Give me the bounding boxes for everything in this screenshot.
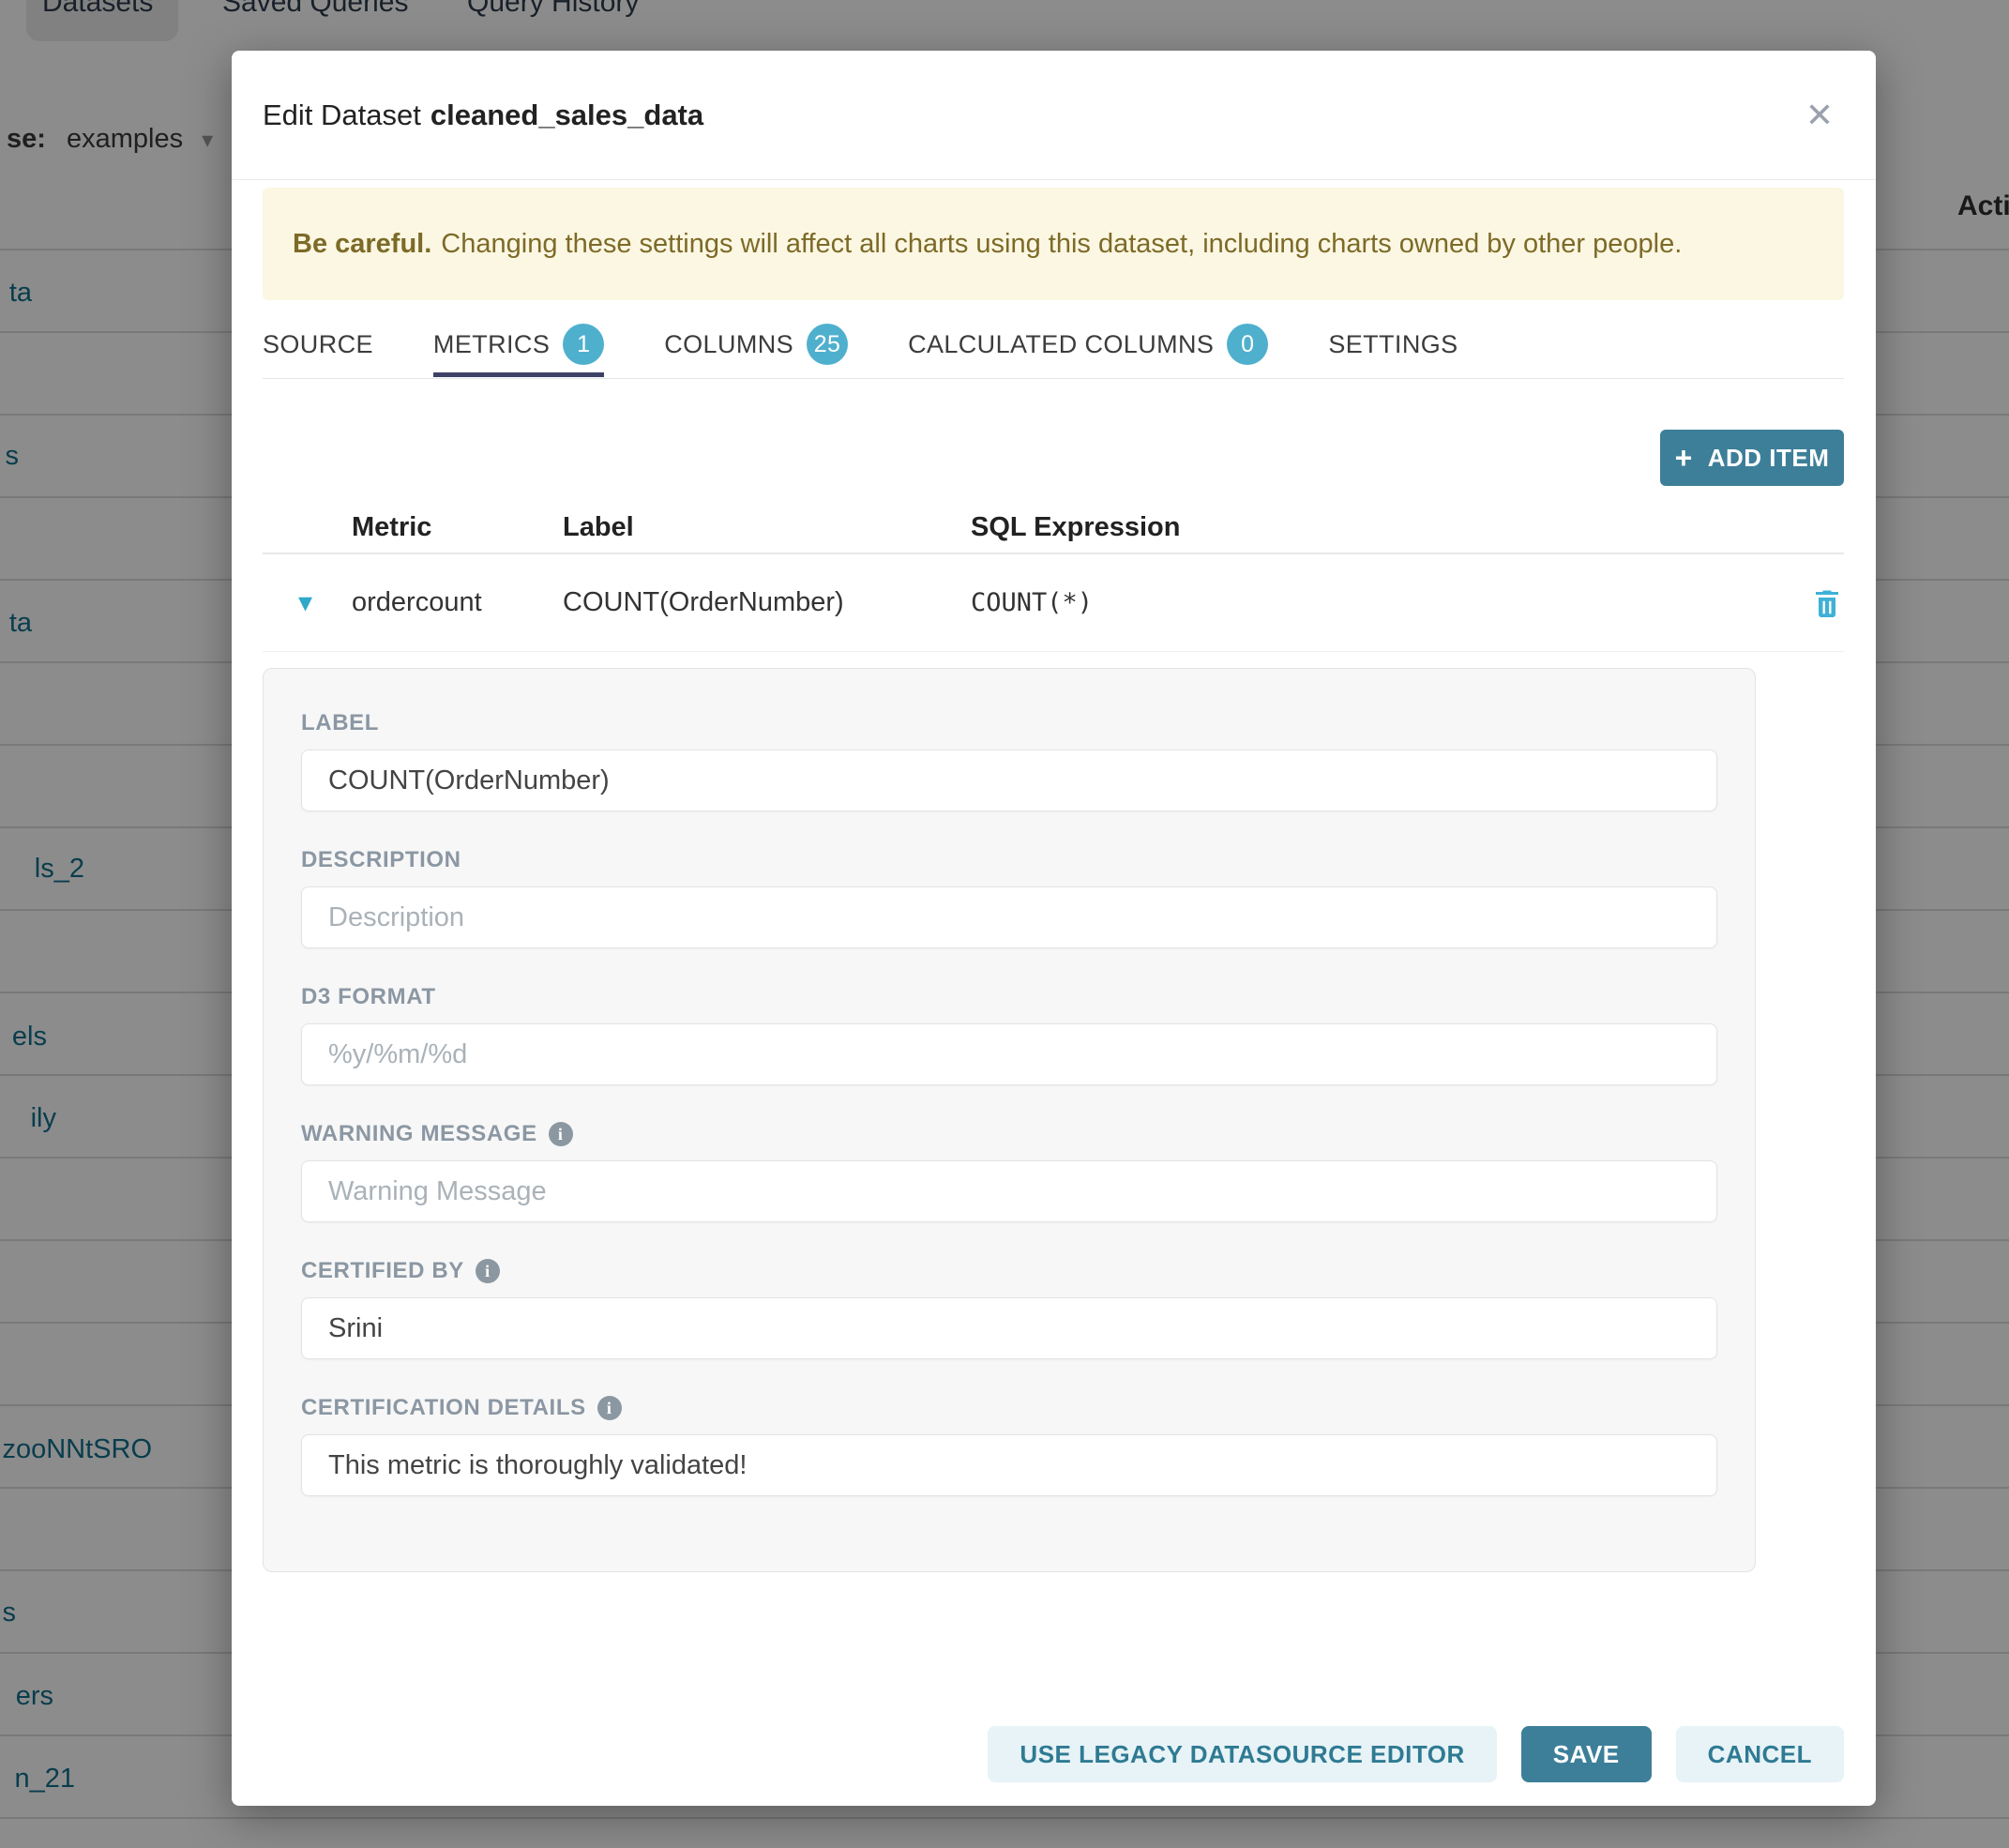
field-d3-format: D3 FORMAT <box>301 984 1717 1085</box>
edit-dataset-modal: Edit Dataset cleaned_sales_data ✕ Be care… <box>232 51 1876 1806</box>
tab-source-label: SOURCE <box>263 330 373 359</box>
field-certified-by: CERTIFIED BY i <box>301 1258 1717 1359</box>
info-icon[interactable]: i <box>597 1396 622 1420</box>
field-description-title: DESCRIPTION <box>301 847 1717 873</box>
tabs-row: SOURCE METRICS 1 COLUMNS 25 CALCULATED C… <box>263 310 1844 379</box>
info-icon[interactable]: i <box>476 1259 500 1283</box>
modal-title-prefix: Edit Dataset <box>263 98 421 131</box>
metric-name: ordercount <box>352 587 563 618</box>
certified-by-input[interactable] <box>301 1297 1717 1359</box>
use-legacy-datasource-editor-button[interactable]: USE LEGACY DATASOURCE EDITOR <box>988 1726 1496 1782</box>
save-button[interactable]: SAVE <box>1521 1726 1652 1782</box>
metric-detail-panel: LABEL DESCRIPTION D3 FORMAT WARNING MESS… <box>263 668 1756 1572</box>
metric-sql-expression: COUNT(*) <box>971 588 1791 617</box>
field-warning-message-title: WARNING MESSAGE i <box>301 1121 1717 1147</box>
metric-label: COUNT(OrderNumber) <box>563 587 971 618</box>
warning-banner-text: Changing these settings will affect all … <box>441 229 1682 260</box>
tab-columns-badge: 25 <box>807 324 848 365</box>
metrics-table: Metric Label SQL Expression ▾ ordercount… <box>263 502 1844 652</box>
column-header-metric: Metric <box>352 512 563 543</box>
warning-message-input[interactable] <box>301 1160 1717 1222</box>
field-d3-format-title: D3 FORMAT <box>301 984 1717 1010</box>
tab-metrics-label: METRICS <box>433 330 550 359</box>
field-certification-details: CERTIFICATION DETAILS i <box>301 1395 1717 1496</box>
label-input[interactable] <box>301 750 1717 811</box>
field-certified-by-title-text: CERTIFIED BY <box>301 1258 464 1284</box>
d3-format-input[interactable] <box>301 1023 1717 1085</box>
field-label: LABEL <box>301 710 1717 811</box>
tab-settings[interactable]: SETTINGS <box>1328 310 1458 377</box>
field-warning-message: WARNING MESSAGE i <box>301 1121 1717 1222</box>
tab-columns-label: COLUMNS <box>664 330 793 359</box>
screen: Datasets Saved Queries Query History se:… <box>0 0 2009 1848</box>
modal-title: Edit Dataset cleaned_sales_data <box>263 98 703 132</box>
description-input[interactable] <box>301 886 1717 948</box>
tab-calculated-columns[interactable]: CALCULATED COLUMNS 0 <box>908 310 1268 377</box>
metrics-table-header: Metric Label SQL Expression <box>263 502 1844 554</box>
tab-calculated-columns-label: CALCULATED COLUMNS <box>908 330 1214 359</box>
modal-title-dataset-name: cleaned_sales_data <box>430 98 703 131</box>
field-certification-details-title-text: CERTIFICATION DETAILS <box>301 1395 586 1421</box>
tab-metrics[interactable]: METRICS 1 <box>433 310 604 377</box>
collapse-caret-icon[interactable]: ▾ <box>263 589 352 617</box>
field-description-title-text: DESCRIPTION <box>301 847 461 873</box>
field-label-title-text: LABEL <box>301 710 379 736</box>
cancel-button[interactable]: CANCEL <box>1676 1726 1844 1782</box>
column-header-sql-expression: SQL Expression <box>971 512 1791 543</box>
tab-metrics-badge: 1 <box>563 324 604 365</box>
tab-calculated-columns-badge: 0 <box>1227 324 1268 365</box>
field-warning-message-title-text: WARNING MESSAGE <box>301 1121 537 1147</box>
modal-footer: USE LEGACY DATASOURCE EDITOR SAVE CANCEL <box>263 1726 1844 1782</box>
add-item-button[interactable]: + ADD ITEM <box>1660 430 1844 486</box>
field-label-title: LABEL <box>301 710 1717 736</box>
tab-settings-label: SETTINGS <box>1328 330 1458 359</box>
tab-source[interactable]: SOURCE <box>263 310 373 377</box>
add-item-label: ADD ITEM <box>1708 444 1830 473</box>
warning-banner-bold: Be careful. <box>293 229 431 260</box>
tab-columns[interactable]: COLUMNS 25 <box>664 310 848 377</box>
certification-details-input[interactable] <box>301 1434 1717 1496</box>
field-certification-details-title: CERTIFICATION DETAILS i <box>301 1395 1717 1421</box>
field-description: DESCRIPTION <box>301 847 1717 948</box>
warning-banner: Be careful. Changing these settings will… <box>263 188 1844 300</box>
column-header-label: Label <box>563 512 971 543</box>
delete-metric-button[interactable] <box>1791 586 1844 620</box>
field-certified-by-title: CERTIFIED BY i <box>301 1258 1717 1284</box>
info-icon[interactable]: i <box>549 1122 573 1146</box>
modal-header: Edit Dataset cleaned_sales_data ✕ <box>232 51 1876 180</box>
trash-icon <box>1810 586 1844 620</box>
plus-icon: + <box>1675 443 1693 473</box>
field-d3-format-title-text: D3 FORMAT <box>301 984 436 1010</box>
close-icon[interactable]: ✕ <box>1805 98 1834 132</box>
metric-row: ▾ ordercount COUNT(OrderNumber) COUNT(*) <box>263 554 1844 652</box>
